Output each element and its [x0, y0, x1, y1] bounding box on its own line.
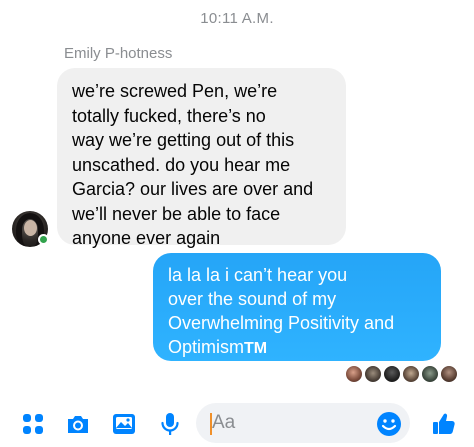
message-line: Overwhelming Positivity and	[168, 313, 395, 333]
microphone-icon[interactable]	[157, 411, 183, 437]
camera-icon[interactable]	[65, 411, 91, 437]
apps-icon[interactable]	[20, 411, 46, 437]
message-line: over the sound of my	[168, 289, 337, 309]
message-line: we’re screwed Pen, we’re	[72, 81, 278, 101]
message-text: Optimism	[168, 337, 244, 357]
seen-avatar	[383, 365, 401, 383]
seen-avatar	[440, 365, 458, 383]
message-line: totally fucked, there’s no	[72, 105, 266, 126]
trademark-symbol: TM	[244, 340, 268, 357]
outgoing-message-bubble[interactable]: la la la i can’t hear you over the sound…	[153, 253, 441, 361]
seen-avatar	[345, 365, 363, 383]
message-line: anyone ever again	[72, 228, 221, 248]
message-line: way we’re getting out of this	[72, 130, 295, 150]
message-line: Garcia? our lives are over and	[72, 179, 314, 199]
message-line: we’ll never be able to face	[72, 203, 281, 224]
message-timestamp: 10:11 A.M.	[200, 10, 274, 27]
input-placeholder: Aa	[212, 412, 236, 433]
incoming-message-bubble[interactable]: we’re screwed Pen, we’re totally fucked,…	[57, 68, 346, 248]
like-icon[interactable]	[431, 411, 457, 437]
message-composer: Aa	[0, 399, 474, 447]
online-status-dot	[38, 234, 49, 245]
seen-avatar	[421, 365, 439, 383]
message-line: unscathed. do you hear me	[72, 154, 291, 175]
message-line: la la la i can’t hear you	[168, 265, 348, 285]
message-line: OptimismTM	[168, 335, 429, 361]
emoji-icon[interactable]	[376, 411, 402, 437]
seen-avatar	[402, 365, 420, 383]
sender-name: Emily P-hotness	[64, 45, 173, 62]
seen-avatar	[364, 365, 382, 383]
gallery-icon[interactable]	[111, 411, 137, 437]
